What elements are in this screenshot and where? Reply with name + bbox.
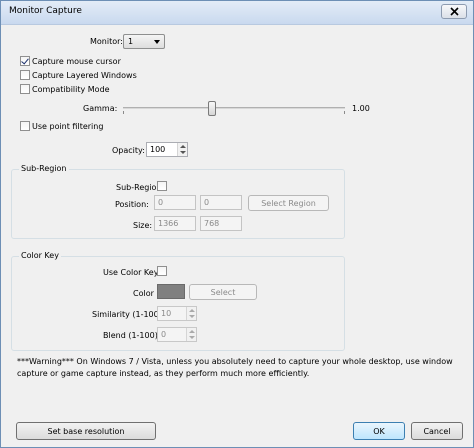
monitor-capture-dialog: Monitor Capture Monitor: 1 Capture mouse…: [0, 0, 474, 448]
close-icon: [449, 7, 459, 16]
opacity-label: Opacity:: [112, 146, 145, 155]
arrow-up-icon[interactable]: [180, 145, 186, 148]
title-bar[interactable]: Monitor Capture: [1, 1, 473, 25]
similarity-label: Similarity (1-100):: [92, 310, 165, 319]
similarity-value: 10: [161, 309, 172, 318]
chevron-down-icon: [154, 40, 160, 44]
color-select-button[interactable]: Select: [189, 284, 257, 300]
blend-label: Blend (1-100):: [103, 331, 161, 340]
blend-stepper-buttons[interactable]: [186, 328, 196, 341]
position-label: Position:: [115, 200, 149, 209]
gamma-tick-min: [123, 111, 124, 114]
window-title: Monitor Capture: [9, 6, 82, 16]
opacity-stepper[interactable]: 100: [146, 142, 188, 157]
similarity-stepper-buttons[interactable]: [186, 307, 196, 320]
size-label: Size:: [133, 221, 153, 230]
opacity-stepper-buttons[interactable]: [177, 143, 187, 156]
ok-button[interactable]: OK: [353, 422, 405, 440]
cancel-button[interactable]: Cancel: [411, 422, 463, 440]
arrow-down-icon[interactable]: [189, 336, 195, 339]
gamma-value: 1.00: [352, 104, 370, 113]
capture-layered-checkbox[interactable]: [20, 70, 30, 80]
close-button[interactable]: [441, 4, 467, 19]
use-color-key-label: Use Color Key:: [103, 268, 161, 277]
color-swatch[interactable]: [157, 284, 185, 299]
gamma-label: Gamma:: [83, 104, 118, 113]
opacity-value: 100: [150, 145, 166, 154]
capture-mouse-label: Capture mouse cursor: [32, 57, 121, 66]
gamma-slider-thumb[interactable]: [207, 101, 216, 116]
position-y-field[interactable]: 0: [200, 195, 242, 210]
compatibility-mode-label: Compatibility Mode: [32, 85, 110, 94]
colorkey-group-title: Color Key: [19, 251, 61, 260]
monitor-select-value: 1: [128, 37, 134, 46]
similarity-stepper[interactable]: 10: [157, 306, 197, 321]
select-region-button[interactable]: Select Region: [248, 195, 329, 211]
subregion-group-title: Sub-Region: [19, 164, 69, 173]
size-height-field[interactable]: 768: [200, 216, 242, 231]
size-width-field[interactable]: 1366: [154, 216, 196, 231]
gamma-tick-max: [344, 111, 345, 114]
monitor-label: Monitor:: [90, 37, 123, 46]
monitor-select[interactable]: 1: [123, 34, 165, 49]
arrow-down-icon[interactable]: [180, 151, 186, 154]
blend-stepper[interactable]: 0: [157, 327, 197, 342]
use-color-key-checkbox[interactable]: [157, 266, 167, 276]
warning-text: ***Warning*** On Windows 7 / Vista, unle…: [17, 357, 453, 378]
subregion-toggle-label: Sub-Region: [116, 183, 162, 192]
color-label: Color: [133, 289, 154, 298]
set-base-resolution-button[interactable]: Set base resolution: [16, 422, 156, 440]
capture-layered-label: Capture Layered Windows: [32, 71, 137, 80]
arrow-up-icon[interactable]: [189, 309, 195, 312]
capture-mouse-checkbox[interactable]: [20, 56, 30, 66]
position-x-field[interactable]: 0: [154, 195, 196, 210]
arrow-up-icon[interactable]: [189, 330, 195, 333]
compatibility-mode-checkbox[interactable]: [20, 84, 30, 94]
gamma-slider-track[interactable]: [123, 107, 345, 109]
arrow-down-icon[interactable]: [189, 315, 195, 318]
point-filtering-checkbox[interactable]: [20, 121, 30, 131]
blend-value: 0: [161, 330, 167, 339]
point-filtering-label: Use point filtering: [32, 122, 104, 131]
subregion-checkbox[interactable]: [157, 181, 167, 191]
